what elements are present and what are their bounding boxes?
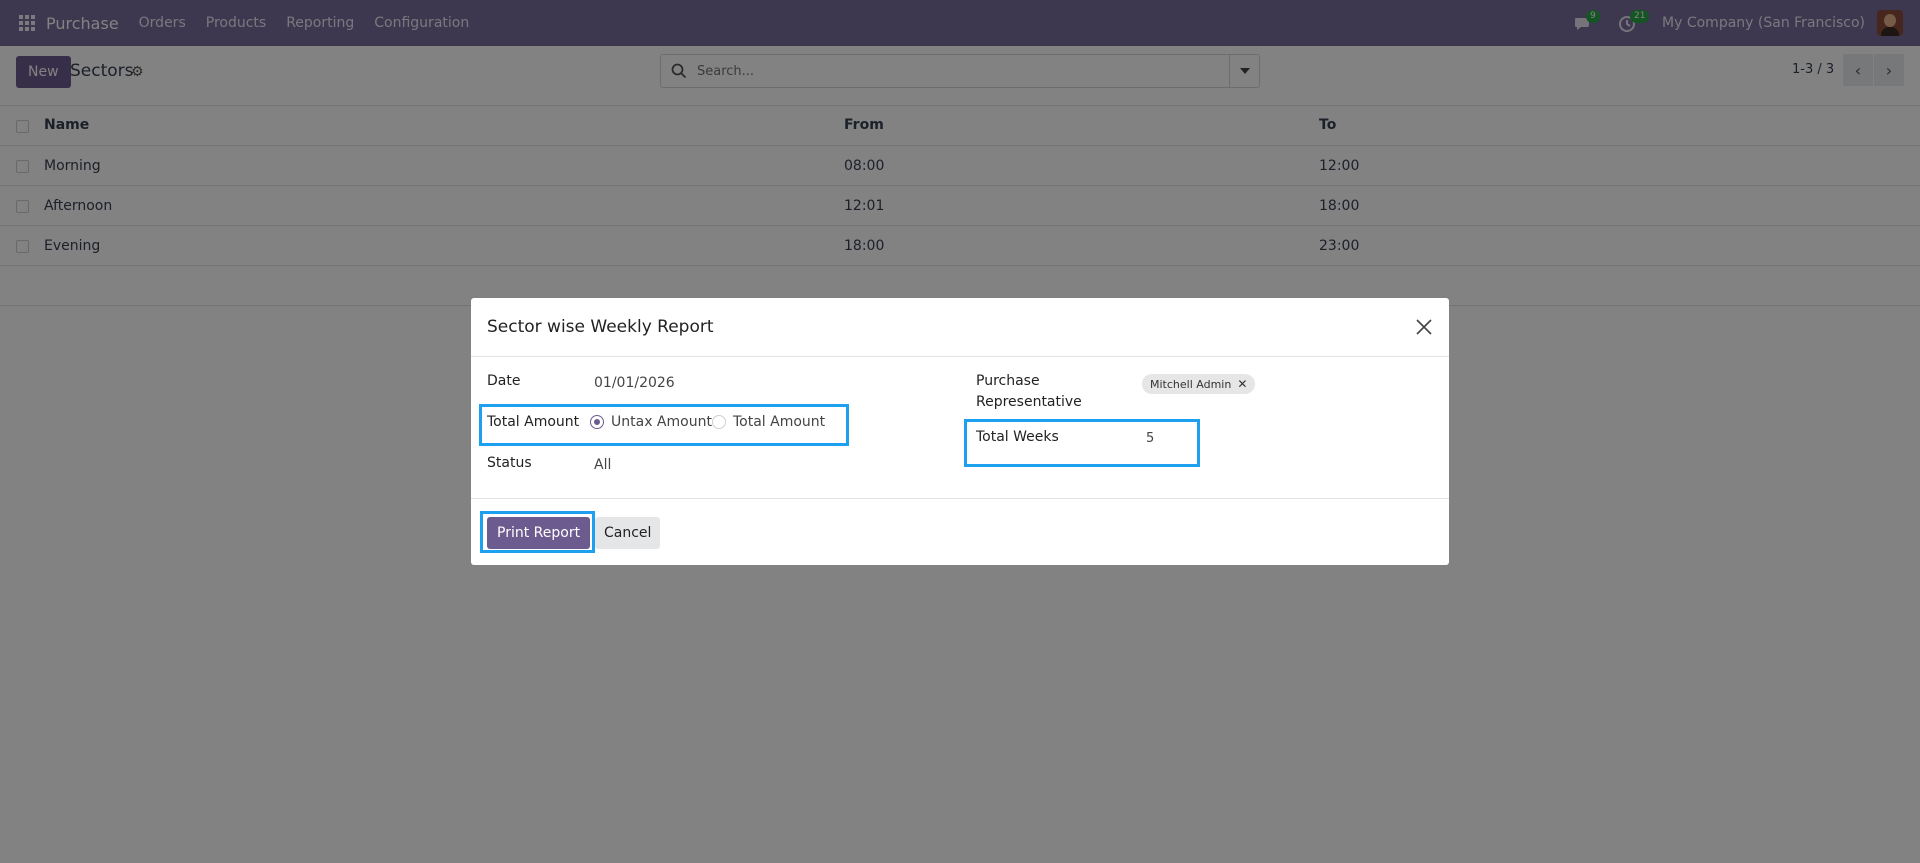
purchase-rep-label-line1: Purchase: [976, 373, 1040, 389]
remove-tag-icon[interactable]: ✕: [1237, 377, 1247, 391]
radio-untax-amount[interactable]: [590, 415, 604, 429]
report-dialog: Sector wise Weekly Report Date 01/01/202…: [471, 298, 1449, 565]
total-weeks-input[interactable]: 5: [1146, 431, 1154, 446]
dialog-footer: Print Report Cancel: [471, 499, 1449, 563]
date-field[interactable]: 01/01/2026: [594, 375, 675, 391]
option-total-amount-label[interactable]: Total Amount: [733, 414, 825, 430]
date-label: Date: [487, 373, 521, 389]
cancel-button[interactable]: Cancel: [595, 517, 661, 549]
dialog-body: Date 01/01/2026 Total Amount Untax Amoun…: [471, 357, 1449, 499]
print-report-button[interactable]: Print Report: [487, 517, 591, 549]
dialog-header: Sector wise Weekly Report: [471, 298, 1449, 357]
representative-tag-label: Mitchell Admin: [1150, 377, 1232, 391]
representative-tag[interactable]: Mitchell Admin ✕: [1142, 374, 1256, 394]
radio-total-amount[interactable]: [712, 415, 726, 429]
total-amount-label: Total Amount: [487, 414, 580, 430]
status-field[interactable]: All: [594, 457, 611, 473]
dialog-title: Sector wise Weekly Report: [487, 317, 714, 337]
purchase-rep-label-line2: Representative: [976, 394, 1082, 410]
close-icon[interactable]: [1415, 318, 1433, 336]
status-label: Status: [487, 455, 532, 471]
total-weeks-label: Total Weeks: [976, 429, 1059, 445]
option-untax-amount-label[interactable]: Untax Amount: [611, 414, 712, 430]
